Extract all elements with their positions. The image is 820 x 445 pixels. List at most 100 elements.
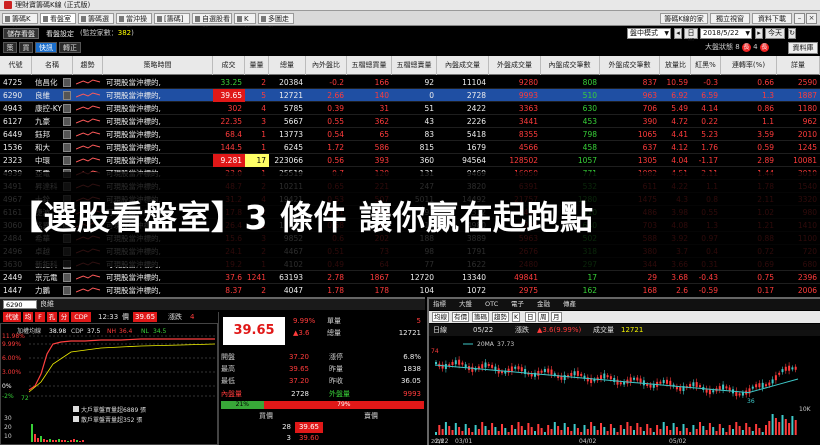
menu-tab-k[interactable]: K線 bbox=[234, 13, 256, 34]
bid-price[interactable]: 39.65 bbox=[295, 422, 323, 433]
tag-hole[interactable]: 孔 bbox=[47, 312, 57, 322]
row-menu-icon[interactable] bbox=[63, 78, 71, 87]
column-header[interactable]: 內外盤比 bbox=[306, 56, 347, 75]
column-header[interactable]: 名稱 bbox=[32, 56, 73, 75]
table-row[interactable]: 4943 康控-KY 可現股當沖標的, 302 4 5785 0.39 31 51 2422 336… bbox=[0, 102, 820, 115]
trend-sparkline-icon bbox=[76, 92, 101, 98]
column-header[interactable]: 成交 bbox=[213, 56, 245, 75]
row-menu-icon[interactable] bbox=[63, 91, 71, 100]
row-menu-icon[interactable] bbox=[63, 286, 71, 295]
tab-flash[interactable]: 快訊 bbox=[35, 42, 57, 53]
tag-min[interactable]: 分 bbox=[59, 312, 69, 322]
database-button[interactable]: 資料庫 bbox=[788, 42, 818, 54]
column-header[interactable]: 紅黑% bbox=[691, 56, 721, 75]
table-row[interactable]: 6449 鈺邦 可現股當沖標的, 68.4 1 13773 0.54 65 83 5418 8355… bbox=[0, 128, 820, 141]
kline-tool-button[interactable]: 周 bbox=[538, 312, 549, 322]
cell-price: 8.37 bbox=[225, 286, 242, 295]
column-header[interactable]: 詳量 bbox=[777, 56, 820, 75]
date-input[interactable]: 2018/5/22 ▼ bbox=[700, 28, 752, 39]
menu-tab-kline[interactable]: 籌碼K線 bbox=[2, 13, 38, 34]
refresh-icon[interactable]: ↻ bbox=[788, 28, 796, 39]
watch-settings-button[interactable]: 看盤設定 bbox=[42, 28, 78, 39]
column-header[interactable]: 外盤成交筆數 bbox=[600, 56, 660, 75]
home-button[interactable]: 籌碼K線的家 bbox=[660, 13, 708, 24]
popout-button[interactable]: 獨立視窗 bbox=[710, 13, 750, 24]
kline-volume-bar bbox=[514, 429, 517, 435]
tag-avg[interactable]: 均 bbox=[23, 312, 33, 322]
cell-ratio: 2.78 bbox=[327, 273, 344, 282]
column-header[interactable]: 內盤成交量 bbox=[437, 56, 489, 75]
market-tab[interactable]: 傳產 bbox=[563, 299, 576, 310]
column-header[interactable]: 外盤成交量 bbox=[489, 56, 541, 75]
menu-tab-chips[interactable]: [籌碼] bbox=[154, 13, 190, 24]
column-header[interactable]: 代號 bbox=[0, 56, 32, 75]
menu-tab-watch-room[interactable]: 看盤室 bbox=[40, 13, 76, 24]
kline-tool-button[interactable]: K bbox=[512, 312, 521, 322]
market-tab[interactable]: 指標 bbox=[433, 299, 446, 310]
candle-body bbox=[758, 383, 761, 388]
market-tab[interactable]: 大盤 bbox=[459, 299, 472, 310]
table-row[interactable]: 6127 九豪 可現股當沖標的, 22.35 3 5667 0.55 362 43 2226 344… bbox=[0, 115, 820, 128]
stock-code-input[interactable]: 6290 bbox=[3, 300, 37, 309]
tab-buy[interactable]: 買 bbox=[19, 42, 33, 53]
row-menu-icon[interactable] bbox=[63, 104, 71, 113]
tag-code[interactable]: 代號 bbox=[3, 312, 21, 322]
kline-tool-button[interactable]: 有價 bbox=[452, 312, 469, 322]
menu-tab-multi-trend[interactable]: 多圖走勢 bbox=[258, 13, 294, 34]
column-header[interactable]: 五檔總賣量 bbox=[392, 56, 437, 75]
today-button[interactable]: 今天 bbox=[765, 28, 785, 39]
kline-tool-button[interactable]: 月 bbox=[551, 312, 562, 322]
menu-tab-day-trade[interactable]: 當沖操盤 bbox=[116, 13, 152, 34]
table-row[interactable]: 2449 京元電 可現股當沖標的, 37.6 1241 63193 2.78 1867 1272… bbox=[0, 271, 820, 284]
table-row[interactable]: 1536 和大 可現股當沖標的, 144.5 1 6245 1.72 586 815 1679 45… bbox=[0, 141, 820, 154]
tab-turn-positive[interactable]: 轉正 bbox=[59, 42, 81, 53]
table-row[interactable]: 6290 良維 可現股當沖標的, 39.65 5 12721 2.66 140 0 2728 999… bbox=[0, 89, 820, 102]
cell-buy5: 393 bbox=[374, 156, 389, 165]
cell-total: 5667 bbox=[283, 117, 303, 126]
row-menu-icon[interactable] bbox=[63, 143, 71, 152]
close-icon[interactable]: × bbox=[806, 13, 817, 24]
kline-tool-button[interactable]: 均線 bbox=[432, 312, 449, 322]
column-header[interactable]: 總量 bbox=[269, 56, 306, 75]
row-menu-icon[interactable] bbox=[63, 156, 71, 165]
row-menu-icon[interactable] bbox=[63, 273, 71, 282]
candle-body bbox=[507, 368, 510, 373]
column-header[interactable]: 連轉率(%) bbox=[721, 56, 777, 75]
table-row[interactable]: 2323 中環 可現股當沖標的, 9.281 17 223066 0.56 393 360 945… bbox=[0, 154, 820, 167]
candle-body bbox=[642, 380, 645, 386]
market-tab[interactable]: OTC bbox=[485, 299, 498, 310]
menu-tab-stock-picker[interactable]: 籌碼選股 bbox=[78, 13, 114, 34]
menu-tab-watchlist[interactable]: 自選股看盤 bbox=[192, 13, 232, 34]
tab-strategy[interactable]: 策 bbox=[3, 42, 17, 53]
filter-icon bbox=[81, 16, 86, 22]
table-row[interactable]: 4725 信昌化 可現股當沖標的, 33.25 2 20384 -0.2 166 92 11104… bbox=[0, 76, 820, 89]
kline-tool-button[interactable]: 趨勢 bbox=[492, 312, 509, 322]
market-tab[interactable]: 金融 bbox=[537, 299, 550, 310]
next-date-button[interactable]: ▸ bbox=[755, 28, 763, 39]
save-watch-button[interactable]: 儲存看盤 bbox=[3, 28, 39, 39]
minimize-icon[interactable]: – bbox=[794, 13, 805, 24]
bid-price[interactable]: 39.60 bbox=[295, 433, 323, 444]
column-header[interactable]: 五檔總買量 bbox=[347, 56, 392, 75]
candle-body bbox=[695, 382, 698, 388]
column-header[interactable]: 策略時間 bbox=[103, 56, 213, 75]
column-header[interactable]: 量量 bbox=[245, 56, 269, 75]
cell-turn: 0.17 bbox=[757, 286, 774, 295]
kline-tool-button[interactable]: 籌碼 bbox=[472, 312, 489, 322]
y-axis-tick: 0% bbox=[2, 383, 12, 390]
cell-buy5: 140 bbox=[374, 91, 389, 100]
kline-tool-button[interactable]: 日 bbox=[525, 312, 536, 322]
download-button[interactable]: 資料下載 bbox=[752, 13, 792, 24]
mode-select[interactable]: 盤中模式 ▼ bbox=[627, 28, 671, 39]
market-tab[interactable]: 電子 bbox=[511, 299, 524, 310]
row-menu-icon[interactable] bbox=[63, 117, 71, 126]
tag-cdp[interactable]: CDP bbox=[71, 312, 91, 322]
kline-volume-bar bbox=[722, 428, 725, 435]
row-menu-icon[interactable] bbox=[63, 130, 71, 139]
table-row[interactable]: 1447 力鵬 可現股當沖標的, 8.37 2 4047 1.78 178 104 1072 297… bbox=[0, 284, 820, 296]
column-header[interactable]: 內盤成交筆數 bbox=[540, 56, 600, 75]
prev-date-button[interactable]: ◂ bbox=[674, 28, 682, 39]
column-header[interactable]: 趨勢 bbox=[73, 56, 103, 75]
tag-f[interactable]: F bbox=[35, 312, 45, 322]
column-header[interactable]: 放量比 bbox=[661, 56, 691, 75]
